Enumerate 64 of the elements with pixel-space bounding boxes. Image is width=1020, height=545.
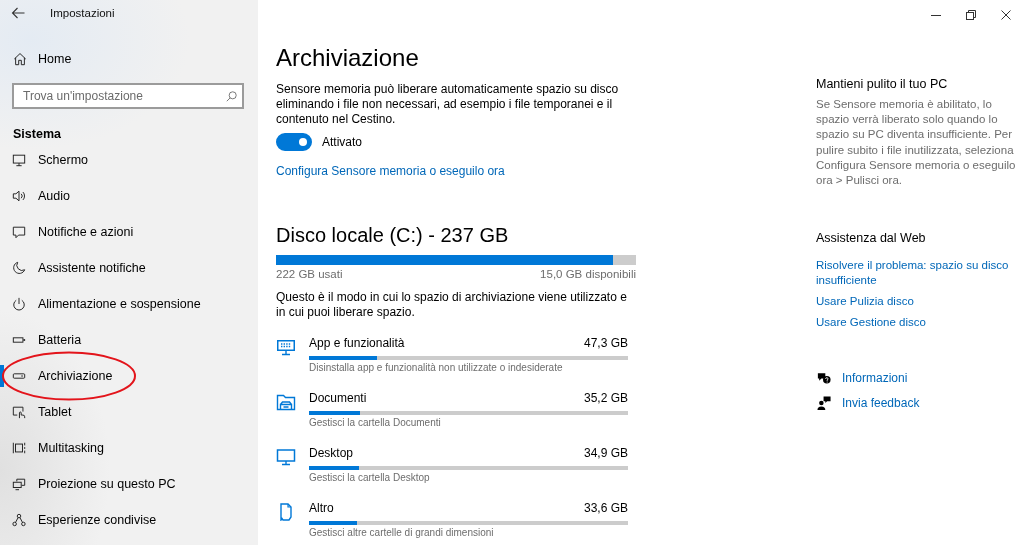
tip-title: Mantieni pulito il tuo PC	[816, 76, 949, 93]
action-link[interactable]: Invia feedback	[816, 394, 920, 413]
category-size: 34,9 GB	[583, 445, 628, 461]
category-size: 35,2 GB	[583, 390, 628, 406]
usage-intro-text: Questo è il modo in cui lo spazio di archiviazione viene utilizzato e in cui puoi liberare spazio.	[276, 290, 628, 320]
category-description: Disinstalla app e funzionalità non utilizzate o indesiderate	[309, 361, 564, 374]
power-icon	[12, 297, 26, 311]
home-icon	[13, 52, 27, 66]
home-link[interactable]: Home	[0, 49, 78, 69]
speech-bubble-icon	[12, 225, 26, 239]
disk-title: Disco locale (C:) - 237 GB	[276, 223, 510, 248]
sidebar-item[interactable]: Assistente notifiche	[0, 250, 258, 286]
sidebar-item[interactable]: Notifiche e azioni	[0, 214, 258, 250]
restore-icon	[966, 10, 976, 20]
page-title: Archiviazione	[276, 43, 420, 73]
help-link[interactable]: Usare Gestione disco	[816, 315, 926, 331]
two-screens-icon	[12, 477, 26, 491]
configure-link[interactable]: Configura Sensore memoria o eseguilo ora	[276, 162, 505, 180]
back-button[interactable]	[11, 7, 25, 19]
category-description: Gestisci la cartella Desktop	[309, 471, 431, 484]
search-icon	[226, 90, 237, 102]
tablet-icon	[12, 405, 26, 419]
free-space-label: 15,0 GB disponibili	[540, 267, 636, 282]
help-link[interactable]: Risolvere il problema: spazio su disco insufficiente	[816, 258, 1016, 289]
category-description: Gestisci la cartella Documenti	[309, 416, 442, 429]
sidebar-item[interactable]: Tablet	[0, 394, 258, 430]
folder-icon	[276, 393, 296, 411]
toggle-label: Attivato	[322, 135, 363, 149]
toggle-switch[interactable]	[276, 133, 312, 151]
speaker-icon	[12, 189, 26, 203]
monitor-icon	[276, 448, 296, 466]
category-name: Documenti	[309, 390, 367, 406]
used-space-label: 222 GB usati	[276, 267, 343, 282]
multitasking-icon	[12, 441, 26, 455]
action-link[interactable]: Informazioni	[816, 369, 908, 388]
category-description: Gestisci altre cartelle di grandi dimensioni	[309, 526, 495, 539]
monitor-icon	[12, 153, 26, 167]
close-icon	[1001, 10, 1011, 20]
sidebar-item[interactable]: Alimentazione e sospensione	[0, 286, 258, 322]
category-name: Desktop	[309, 445, 354, 461]
sidebar-item[interactable]: Schermo	[0, 142, 258, 178]
sidebar-item[interactable]: Esperienze condivise	[0, 502, 258, 538]
sidebar-item[interactable]: Archiviazione	[0, 358, 258, 394]
description-text: Sensore memoria può liberare automaticamente spazio su disco eliminando i file non necessari, ad esempio i file temporanei e il contenuto nel Cestino.	[276, 82, 620, 127]
category-size: 33,6 GB	[583, 500, 628, 516]
feedback-icon	[817, 396, 831, 411]
moon-icon	[12, 261, 26, 275]
sidebar-item[interactable]: Proiezione su questo PC	[0, 466, 258, 502]
back-icon	[11, 7, 25, 19]
help-link[interactable]: Usare Pulizia disco	[816, 294, 914, 310]
help-chat-icon	[817, 371, 831, 386]
section-heading: Sistema	[12, 126, 62, 142]
category-size: 47,3 GB	[583, 335, 628, 351]
search-field[interactable]: Trova un'impostazione	[12, 83, 244, 109]
window-title: Impostazioni	[50, 7, 115, 19]
help-title: Assistenza dal Web	[816, 230, 927, 248]
sidebar-item[interactable]: Audio	[0, 178, 258, 214]
tip-text: Se Sensore memoria è abilitato, lo spazio verrà liberato solo quando lo spazio su PC diventa insufficiente. Per pulire subito i file inutilizzata, seleziona Configura Sensore memoria o eseguilo ora > Pulisci ora.	[816, 97, 1016, 188]
share-icon	[12, 513, 26, 527]
sidebar-item[interactable]: Batteria	[0, 322, 258, 358]
category-name: Altro	[309, 500, 334, 516]
category-name: App e funzionalità	[309, 335, 405, 351]
sidebar-item[interactable]: Multitasking	[0, 430, 258, 466]
monitor-grid-icon	[276, 338, 296, 356]
